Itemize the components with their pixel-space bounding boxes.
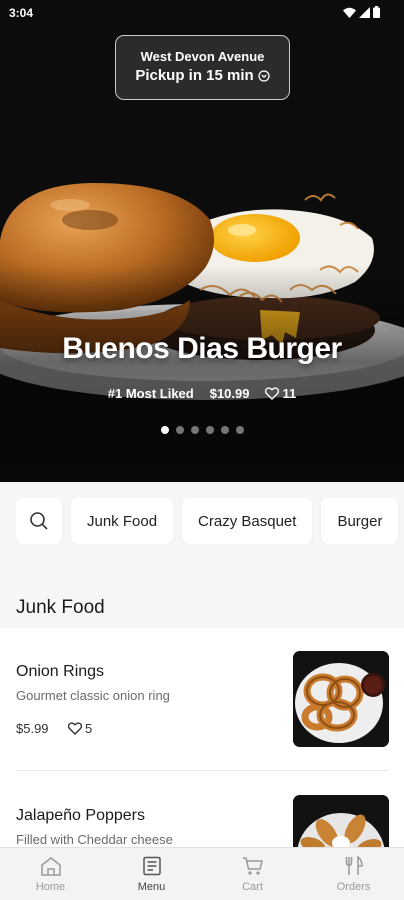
nav-orders[interactable]: Orders <box>303 848 404 900</box>
menu-item-onion-rings[interactable]: Onion Rings Gourmet classic onion ring $… <box>0 628 404 771</box>
jalapeno-poppers-image <box>293 795 389 848</box>
pickup-location-button[interactable]: West Devon Avenue Pickup in 15 min <box>115 35 290 100</box>
category-chips: Junk Food Crazy Basquet Burger <box>16 498 404 544</box>
hero-likes-count: 11 <box>282 386 297 401</box>
menu-item-list: Onion Rings Gourmet classic onion ring $… <box>0 628 404 848</box>
bottom-navigation: Home Menu Cart Orders <box>0 847 404 900</box>
item-price: $5.99 <box>16 721 49 736</box>
pickup-time-label: Pickup in 15 min <box>135 67 254 84</box>
item-name: Onion Rings <box>16 663 105 680</box>
item-likes-count: 5 <box>85 721 93 736</box>
hero-likes[interactable]: 11 <box>265 386 296 401</box>
item-name: Jalapeño Poppers <box>16 807 145 824</box>
carousel-dot[interactable] <box>235 426 244 434</box>
hero-banner[interactable]: 3:04 West Devon Avenue Pickup in 15 min … <box>0 0 404 482</box>
menu-book-icon <box>142 856 161 876</box>
search-button[interactable] <box>16 498 62 544</box>
carousel-dots <box>0 426 404 434</box>
hero-title: Buenos Dias Burger <box>62 332 342 365</box>
status-bar: 3:04 <box>0 0 404 26</box>
carousel-dot[interactable] <box>190 426 199 434</box>
home-icon <box>40 857 61 876</box>
nav-menu[interactable]: Menu <box>101 848 202 900</box>
chip-crazy-basquet[interactable]: Crazy Basquet <box>182 498 313 544</box>
onion-rings-image <box>293 651 389 747</box>
nav-cart[interactable]: Cart <box>202 848 303 900</box>
most-liked-badge: #1 Most Liked <box>107 386 194 401</box>
pickup-time: Pickup in 15 min <box>116 67 289 84</box>
nav-home-label: Home <box>35 881 66 893</box>
carousel-dot[interactable] <box>205 426 214 434</box>
nav-cart-label: Cart <box>242 881 263 893</box>
menu-item-jalapeno-poppers[interactable]: Jalapeño Poppers Filled with Cheddar che… <box>0 771 404 848</box>
nav-orders-label: Orders <box>336 881 371 893</box>
hero-meta: #1 Most Liked $10.99 11 <box>0 386 404 401</box>
item-description: Gourmet classic onion ring <box>16 688 170 703</box>
status-icons <box>343 6 380 18</box>
heart-icon <box>68 722 82 735</box>
item-description: Filled with Cheddar cheese <box>16 832 173 847</box>
utensils-icon <box>345 856 363 875</box>
section-title: Junk Food <box>16 597 105 618</box>
heart-icon <box>265 387 280 400</box>
jalapeno-poppers-photo <box>293 795 389 848</box>
chip-junk-food[interactable]: Junk Food <box>71 498 174 544</box>
item-likes[interactable]: 5 <box>68 721 92 736</box>
nav-home[interactable]: Home <box>0 848 101 900</box>
hero-price: $10.99 <box>209 386 250 401</box>
signal-icon <box>359 6 370 18</box>
carousel-dot[interactable] <box>220 426 229 434</box>
onion-rings-photo <box>293 651 389 747</box>
chevron-circle-icon <box>258 69 270 82</box>
wifi-icon <box>343 7 356 18</box>
carousel-dot[interactable] <box>175 426 184 434</box>
chip-burger[interactable]: Burger <box>321 498 399 544</box>
carousel-dot[interactable] <box>160 426 169 434</box>
cart-icon <box>242 857 263 875</box>
status-time: 3:04 <box>9 6 34 20</box>
location-name: West Devon Avenue <box>140 49 265 64</box>
nav-menu-label: Menu <box>137 881 166 893</box>
battery-icon <box>373 6 380 18</box>
search-icon <box>30 512 48 530</box>
